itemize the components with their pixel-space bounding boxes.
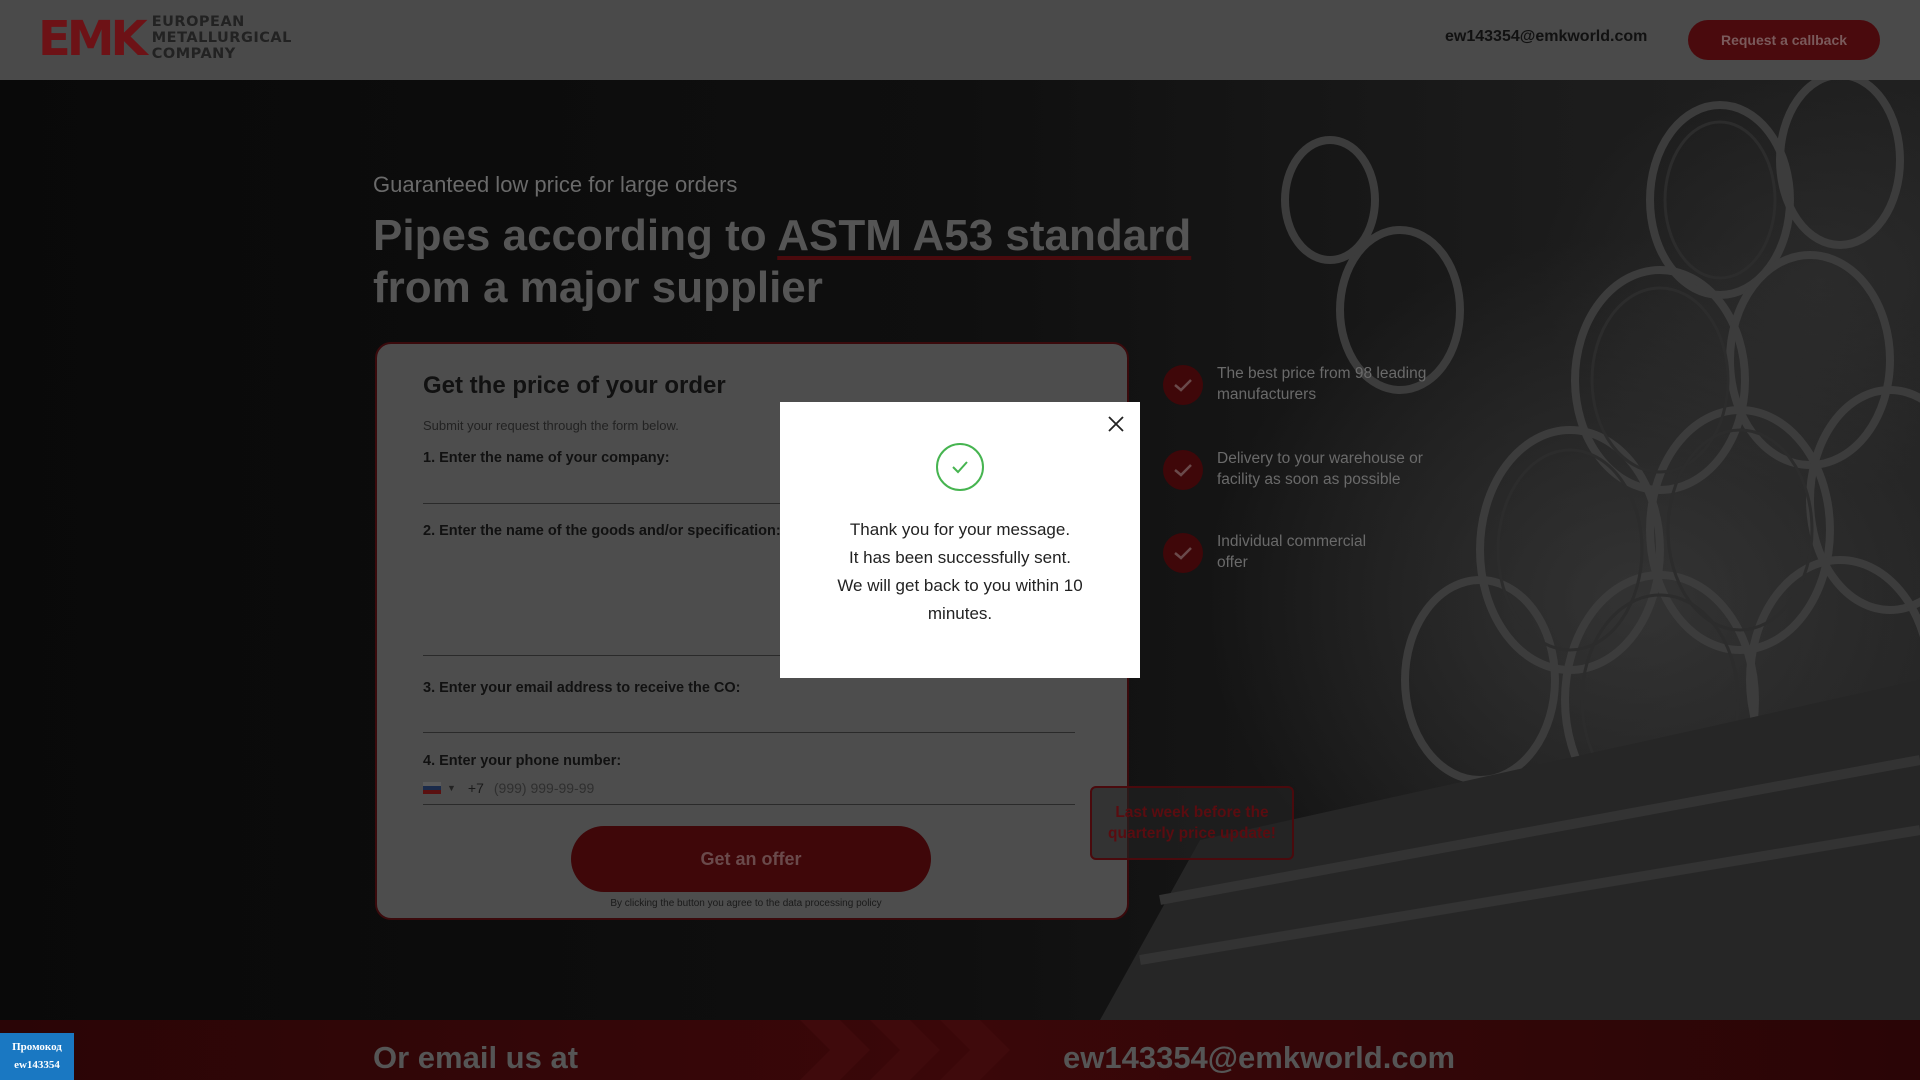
success-line-1: Thank you for your message.	[849, 520, 1071, 539]
benefit-text: Individual commercial offer	[1217, 533, 1367, 571]
benefit-item: Individual commercial offer	[1163, 533, 1377, 573]
promo-label: Промокод	[12, 1041, 62, 1053]
hero-title-highlight: ASTM A53 standard	[777, 211, 1192, 260]
phone-label: 4. Enter your phone number:	[423, 753, 622, 769]
close-icon[interactable]	[1104, 412, 1128, 436]
phone-underline	[423, 804, 1075, 805]
site-header: EMK EUROPEAN METALLURGICAL COMPANY ew143…	[0, 0, 1920, 80]
email-input[interactable]	[423, 732, 1075, 733]
footer-email-link[interactable]: ew143354@emkworld.com	[1063, 1040, 1455, 1076]
hero-title-part1: Pipes according to	[373, 211, 778, 260]
benefit-item: Delivery to your warehouse or facility a…	[1163, 450, 1432, 490]
success-message: Thank you for your message. It has been …	[810, 516, 1110, 628]
hero-subtitle: Guaranteed low price for large orders	[373, 172, 738, 197]
check-icon	[1163, 365, 1203, 405]
benefit-text: The best price from 98 leading manufactu…	[1217, 365, 1427, 403]
country-flag-icon[interactable]	[423, 782, 441, 794]
check-icon	[1163, 533, 1203, 573]
success-line-2: It has been successfully sent.	[848, 548, 1072, 567]
form-hint: Submit your request through the form bel…	[423, 418, 679, 433]
check-icon	[1163, 450, 1203, 490]
company-logo[interactable]: EMK EUROPEAN METALLURGICAL COMPANY	[38, 12, 292, 64]
price-update-notice: Last week before the quarterly price upd…	[1090, 786, 1294, 860]
benefit-item: The best price from 98 leading manufactu…	[1163, 365, 1432, 405]
logo-line-3: COMPANY	[151, 46, 236, 62]
logo-line-1: EUROPEAN	[151, 14, 245, 30]
email-label: 3. Enter your email address to receive t…	[423, 680, 741, 696]
get-offer-button[interactable]: Get an offer	[571, 826, 931, 892]
phone-prefix: +7	[467, 780, 484, 796]
email-us-band: Or email us at ew143354@emkworld.com	[0, 1020, 1920, 1080]
header-email-link[interactable]: ew143354@emkworld.com	[1445, 28, 1647, 46]
hero-title-part2: from a major supplier	[373, 263, 823, 312]
success-line-3: We will get back to you within 10 minute…	[837, 576, 1083, 623]
request-callback-button[interactable]: Request a callback	[1688, 20, 1880, 60]
email-us-label: Or email us at	[373, 1040, 579, 1075]
success-check-icon	[936, 443, 984, 491]
success-modal: Thank you for your message. It has been …	[780, 402, 1140, 678]
logo-line-2: METALLURGICAL	[151, 30, 292, 46]
company-label: 1. Enter the name of your company:	[423, 450, 670, 466]
logo-wordmark: EUROPEAN METALLURGICAL COMPANY	[152, 14, 292, 62]
goods-label: 2. Enter the name of the goods and/or sp…	[423, 523, 781, 539]
benefit-text: Delivery to your warehouse or facility a…	[1217, 450, 1423, 488]
promo-code-badge[interactable]: Промокод ew143354	[0, 1033, 74, 1080]
chevrons-decoration-icon	[800, 1020, 1010, 1080]
country-dropdown-icon[interactable]: ▼	[447, 783, 456, 793]
phone-input[interactable]: (999) 999-99-99	[494, 780, 594, 796]
hero-title: Pipes according to ASTM A53 standard fro…	[373, 210, 1191, 314]
phone-field[interactable]: ▼ +7 (999) 999-99-99	[423, 780, 594, 796]
logo-mark-text: EMK	[38, 11, 148, 67]
policy-note[interactable]: By clicking the button you agree to the …	[377, 898, 1115, 909]
form-heading: Get the price of your order	[423, 372, 726, 399]
promo-code: ew143354	[14, 1059, 60, 1071]
logo-mark: EMK	[38, 11, 148, 67]
